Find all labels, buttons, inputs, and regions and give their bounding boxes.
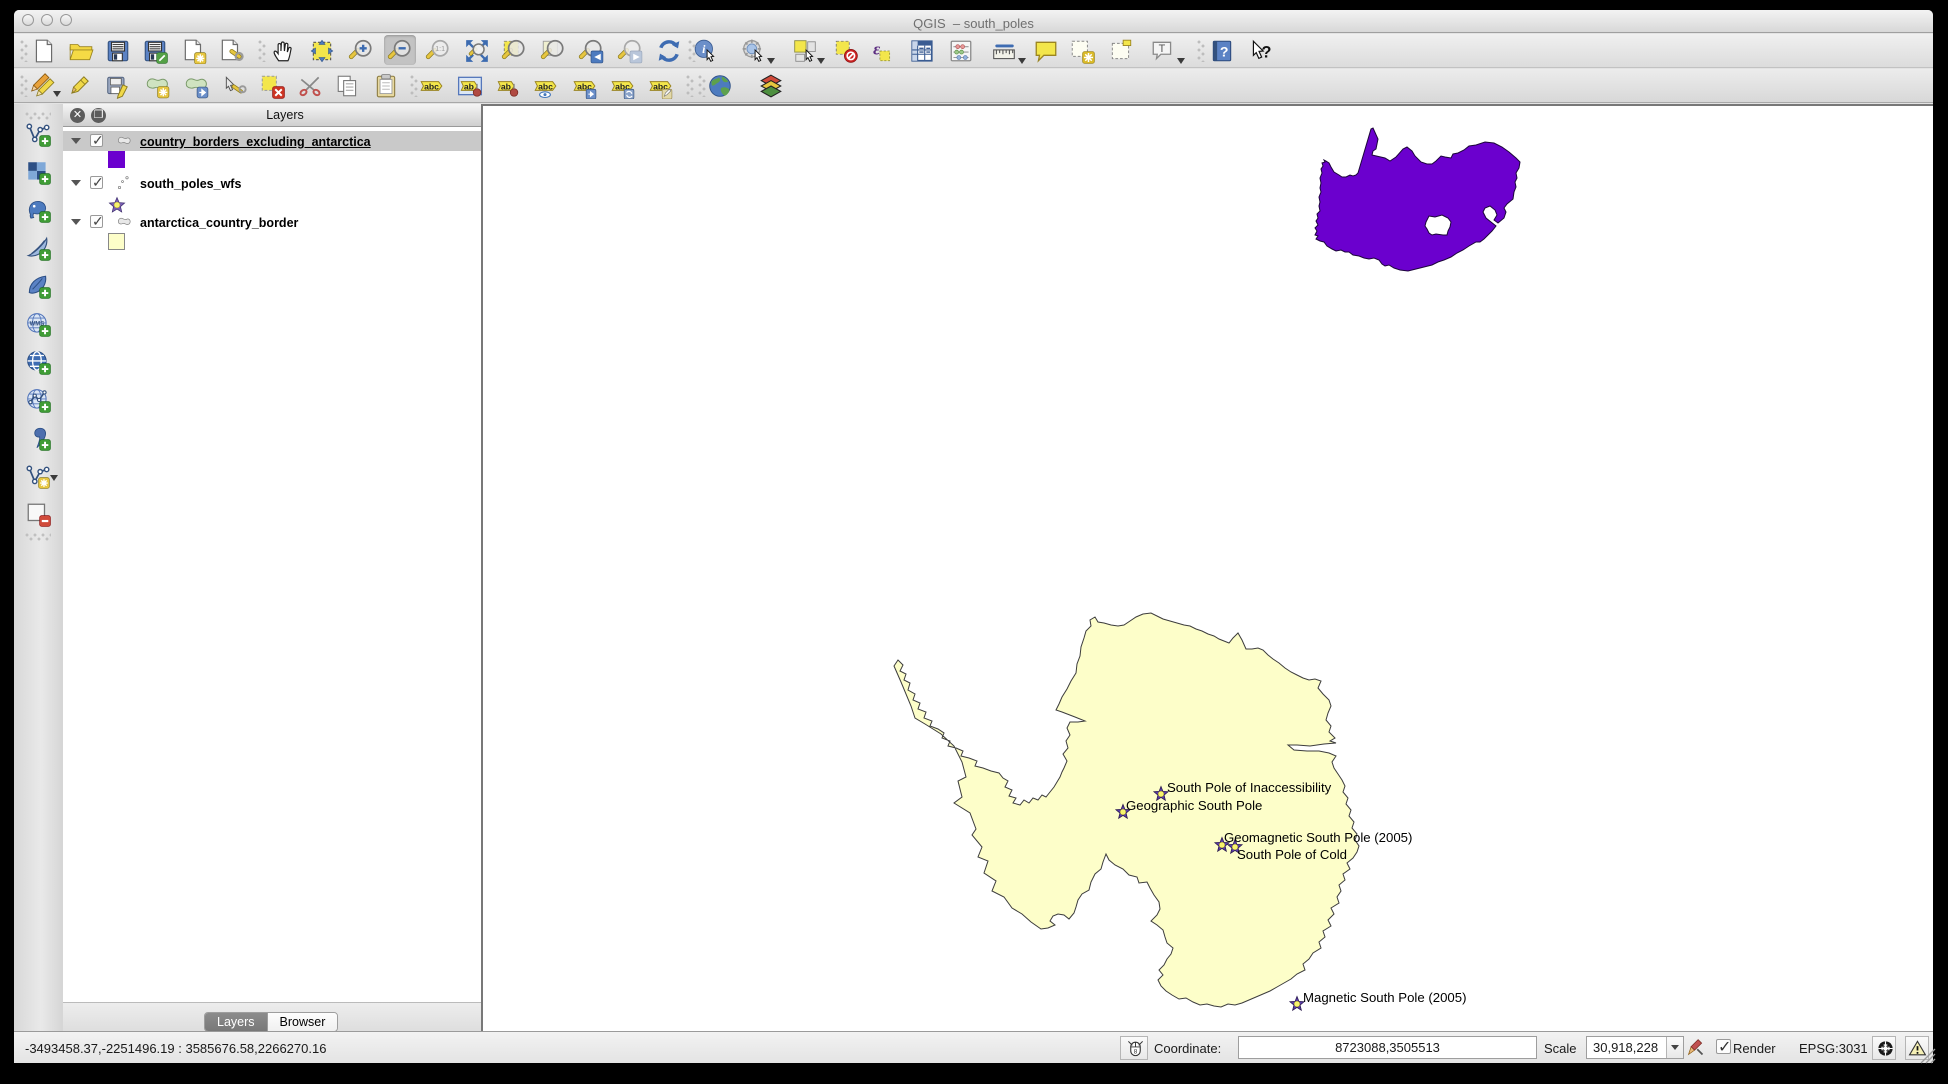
svg-text:Geomagnetic South Pole (2005): Geomagnetic South Pole (2005): [1224, 830, 1412, 845]
svg-text:Magnetic South Pole (2005): Magnetic South Pole (2005): [1303, 990, 1466, 1005]
svg-text:South Pole of Cold: South Pole of Cold: [1237, 847, 1347, 862]
svg-text:Geographic South Pole: Geographic South Pole: [1126, 798, 1262, 813]
svg-text:South Pole of Inaccessibility: South Pole of Inaccessibility: [1167, 780, 1332, 795]
